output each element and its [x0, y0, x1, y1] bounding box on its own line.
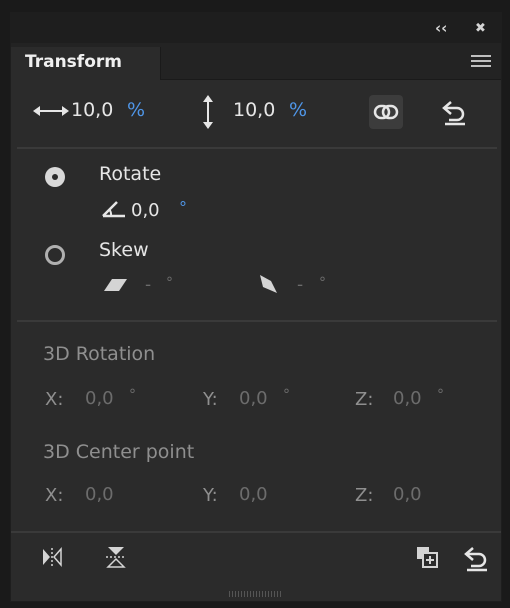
rotation3d-z-value[interactable]: 0,0 [393, 388, 422, 409]
transform-panel: ‹‹ ✖ Transform 10,0 % 10,0 % Rotate 0,0 … [10, 12, 502, 602]
angle-icon [102, 201, 125, 218]
rotate-unit: ° [179, 198, 187, 217]
divider [17, 320, 497, 322]
panel-titlebar: ‹‹ ✖ [11, 13, 501, 43]
skew-h-unit: ° [166, 275, 173, 291]
skew-label: Skew [99, 239, 149, 261]
center3d-z-label: Z: [355, 485, 374, 506]
center3d-y-value[interactable]: 0,0 [239, 484, 268, 505]
scale-width-unit: % [127, 99, 146, 121]
rotation3d-x-label: X: [45, 389, 64, 410]
width-arrows-icon [33, 106, 69, 116]
rotation3d-y-label: Y: [203, 389, 218, 410]
skew-v-unit: ° [319, 275, 326, 291]
link-icon [373, 104, 399, 120]
skew-v-icon [260, 275, 277, 293]
rotation3d-title: 3D Rotation [43, 343, 156, 365]
center3d-x-label: X: [45, 485, 64, 506]
rotation3d-x-unit: ° [129, 387, 136, 403]
rotation3d-y-unit: ° [283, 387, 290, 403]
flip-vertical-icon[interactable] [105, 545, 127, 569]
rotate-radio[interactable] [45, 167, 65, 187]
flip-horizontal-icon[interactable] [41, 547, 63, 567]
skew-h-value[interactable]: - [145, 275, 151, 295]
divider [17, 147, 497, 149]
rotation3d-z-label: Z: [355, 389, 374, 410]
duplicate-transform-icon[interactable] [415, 545, 439, 569]
scale-height-unit: % [289, 99, 308, 121]
center3d-x-value[interactable]: 0,0 [85, 484, 114, 505]
skew-radio[interactable] [45, 245, 65, 265]
center3d-y-label: Y: [203, 485, 218, 506]
rotate-value[interactable]: 0,0 [131, 200, 160, 221]
center3d-title: 3D Center point [43, 441, 195, 463]
skew-v-value[interactable]: - [297, 275, 303, 295]
scale-width-value[interactable]: 10,0 [71, 99, 113, 121]
height-arrows-icon [203, 95, 213, 129]
resize-grip[interactable] [229, 591, 283, 597]
skew-h-icon [104, 279, 127, 291]
rotation3d-z-unit: ° [437, 387, 444, 403]
reset-transform-icon[interactable] [463, 543, 491, 573]
tab-bar: Transform [11, 43, 501, 80]
scale-height-value[interactable]: 10,0 [233, 99, 275, 121]
scale-row: 10,0 % 10,0 % [11, 79, 501, 145]
constrain-link-button[interactable] [369, 95, 403, 129]
rotation3d-y-value[interactable]: 0,0 [239, 388, 268, 409]
bottom-toolbar [11, 531, 501, 583]
panel-menu-icon[interactable] [471, 55, 491, 69]
collapse-icon[interactable]: ‹‹ [435, 19, 447, 37]
rotation3d-x-value[interactable]: 0,0 [85, 388, 114, 409]
rotate-label: Rotate [99, 163, 162, 185]
reset-icon[interactable] [441, 97, 469, 127]
center3d-z-value[interactable]: 0,0 [393, 484, 422, 505]
close-icon[interactable]: ✖ [475, 21, 486, 36]
tab-transform[interactable]: Transform [11, 47, 161, 80]
